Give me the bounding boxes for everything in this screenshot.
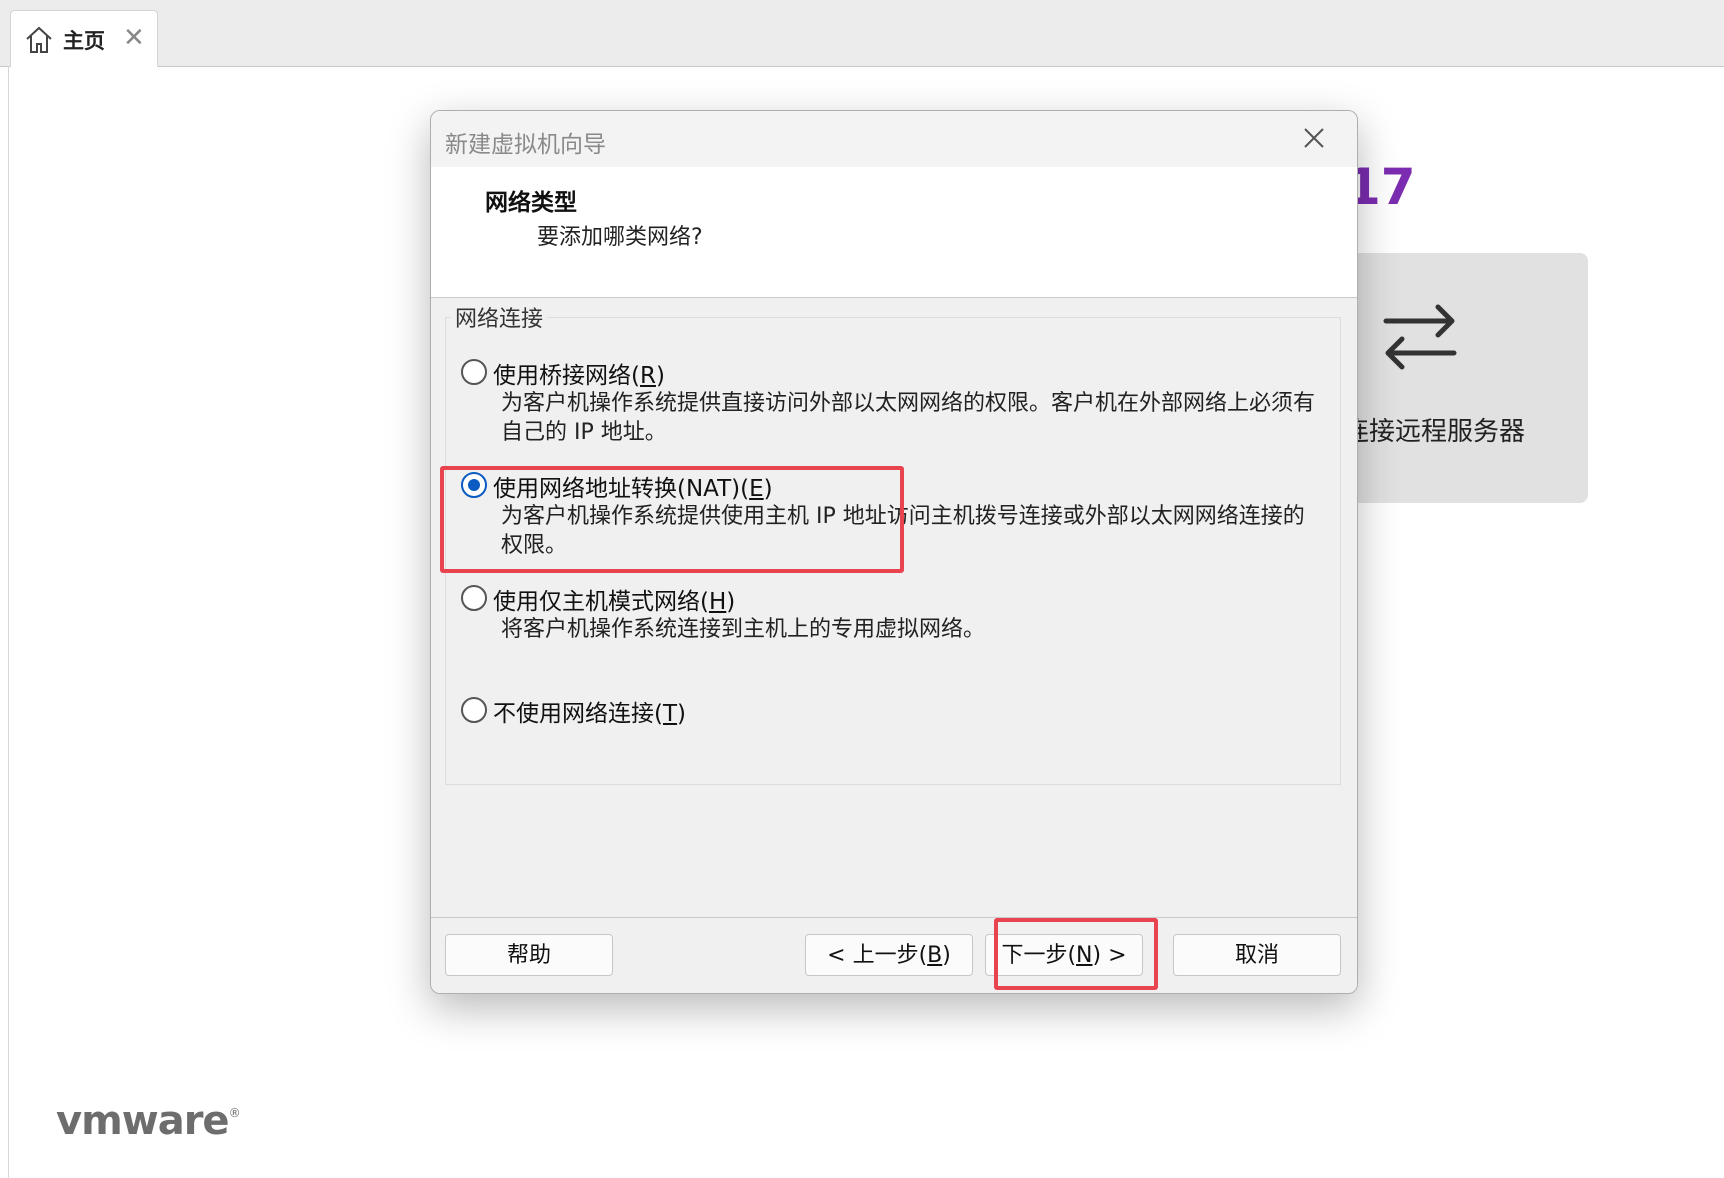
vmware-logo: vmware® xyxy=(56,1098,241,1144)
highlight-next-button xyxy=(994,918,1158,990)
dialog-titlebar[interactable]: 新建虚拟机向导 xyxy=(431,111,1357,167)
radio-host-only[interactable] xyxy=(461,585,487,611)
page-title: 网络类型 xyxy=(485,190,577,216)
close-icon[interactable]: ✕ xyxy=(123,23,145,53)
option-description: 为客户机操作系统提供直接访问外部以太网网络的权限。客户机在外部网络上必须有自己的… xyxy=(501,391,1316,445)
page-subtitle: 要添加哪类网络? xyxy=(537,225,703,250)
home-icon xyxy=(26,26,52,53)
close-icon[interactable] xyxy=(1299,123,1329,153)
dialog-footer: 帮助 < 上一步(B) 下一步(N) > 取消 xyxy=(431,917,1357,993)
wizard-header: 网络类型 要添加哪类网络? xyxy=(431,167,1357,298)
radio-no-network[interactable] xyxy=(461,697,487,723)
option-label: 使用仅主机模式网络(H) xyxy=(493,589,736,615)
highlight-nat-option xyxy=(440,466,904,573)
back-button[interactable]: < 上一步(B) xyxy=(805,934,973,976)
tab-label: 主页 xyxy=(63,28,105,53)
swap-arrows-icon xyxy=(1383,304,1457,370)
left-divider xyxy=(8,66,9,1178)
group-legend: 网络连接 xyxy=(451,301,548,333)
option-label: 使用桥接网络(R) xyxy=(493,363,665,389)
tab-home[interactable]: 主页 ✕ xyxy=(10,10,158,67)
help-button[interactable]: 帮助 xyxy=(445,934,613,976)
cancel-button[interactable]: 取消 xyxy=(1173,934,1341,976)
option-description: 将客户机操作系统连接到主机上的专用虚拟网络。 xyxy=(501,617,986,642)
dialog-title: 新建虚拟机向导 xyxy=(445,132,606,158)
brand-text: vmware xyxy=(56,1098,230,1144)
tab-strip: 主页 ✕ xyxy=(0,0,1724,67)
radio-bridged[interactable] xyxy=(461,359,487,385)
option-label: 不使用网络连接(T) xyxy=(493,701,687,727)
registered-mark: ® xyxy=(228,1106,241,1120)
